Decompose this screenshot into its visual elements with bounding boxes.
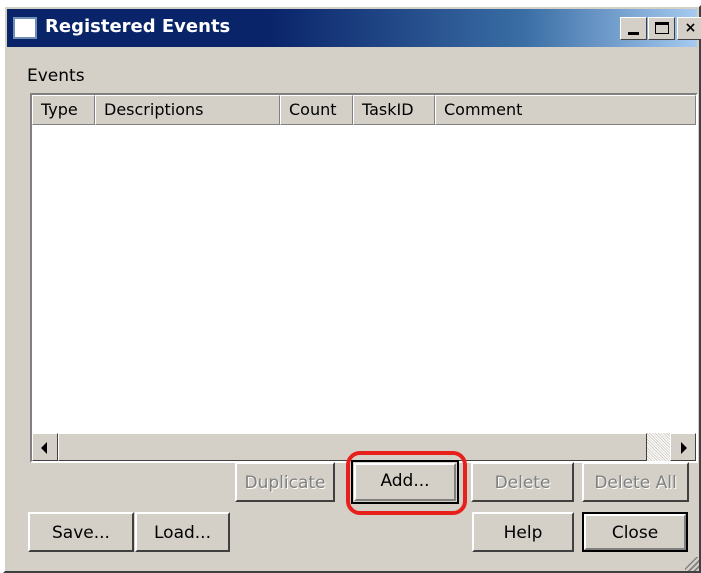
events-label: Events: [27, 66, 85, 86]
scrollbar-track[interactable]: [647, 433, 670, 461]
arrow-right-icon: [681, 442, 687, 454]
close-button[interactable]: Close: [582, 512, 688, 552]
close-button-label: Close: [611, 523, 659, 543]
horizontal-scrollbar[interactable]: [32, 433, 696, 461]
help-button[interactable]: Help: [472, 512, 574, 552]
maximize-button[interactable]: [648, 17, 675, 40]
title-bar[interactable]: Registered Events ×: [7, 9, 701, 47]
minimize-icon: [628, 32, 639, 35]
column-header-comment[interactable]: Comment: [435, 95, 696, 125]
column-header-type[interactable]: Type: [32, 95, 95, 125]
delete-all-button[interactable]: Delete All: [582, 462, 689, 502]
column-header-count[interactable]: Count: [280, 95, 353, 125]
column-header-descriptions[interactable]: Descriptions: [95, 95, 280, 125]
scrollbar-thumb[interactable]: [58, 433, 647, 461]
window-title: Registered Events: [45, 16, 231, 37]
scroll-left-button[interactable]: [32, 433, 58, 461]
scroll-right-button[interactable]: [670, 433, 696, 461]
events-list-header: Type Descriptions Count TaskID Comment: [32, 95, 696, 125]
events-list[interactable]: Type Descriptions Count TaskID Comment: [30, 93, 698, 463]
close-icon: ×: [684, 20, 697, 36]
close-window-button[interactable]: ×: [677, 17, 701, 40]
save-button[interactable]: Save...: [28, 512, 134, 552]
duplicate-button[interactable]: Duplicate: [235, 462, 335, 502]
window-icon: [13, 17, 37, 39]
column-header-taskid[interactable]: TaskID: [353, 95, 435, 125]
maximize-icon: [655, 22, 669, 34]
arrow-left-icon: [41, 442, 47, 454]
delete-button[interactable]: Delete: [471, 462, 574, 502]
minimize-button[interactable]: [620, 17, 647, 40]
add-button-label: Add...: [380, 471, 430, 491]
load-button[interactable]: Load...: [135, 512, 230, 552]
resize-grip-icon[interactable]: [685, 557, 699, 571]
add-button[interactable]: Add...: [351, 460, 459, 504]
